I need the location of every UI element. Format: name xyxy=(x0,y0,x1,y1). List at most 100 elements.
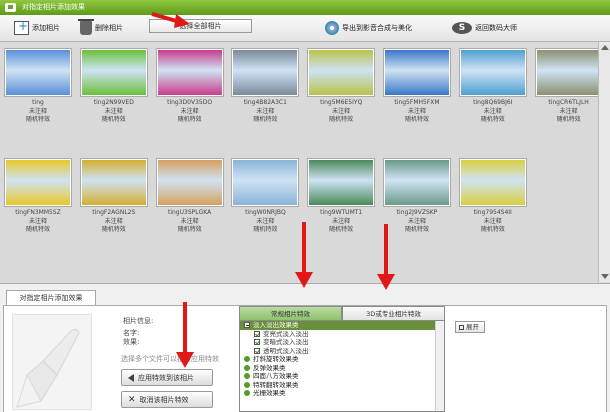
photo-item[interactable]: tingFN3MM5SZ 未注释 随机特效 xyxy=(3,159,73,235)
photo-item[interactable]: ting9WTUMT1 未注释 随机特效 xyxy=(306,159,376,235)
photo-note: 未注释 xyxy=(180,107,199,115)
tab-common-effects[interactable]: 常规相片特效 xyxy=(239,306,342,321)
effect-list: 淡入淡出效果类 变亮式淡入淡出 变暗式淡入淡出 透明式淡入淡出 打斜旋转效果类 反弹效果类… xyxy=(239,320,445,412)
expand-dot-icon[interactable] xyxy=(244,381,250,388)
photo-note: 未注释 xyxy=(104,217,123,225)
toolbar: 添加相片 删除相片 导出到影音合成与美化 S 返回数码大师 xyxy=(0,15,610,42)
expand-dot-icon[interactable] xyxy=(244,390,250,397)
effect-item[interactable]: 变亮式淡入淡出 xyxy=(240,330,444,339)
expand-dot-icon[interactable] xyxy=(244,364,250,371)
photo-name: tingU3SPLGKA xyxy=(167,209,212,216)
photo-name: ting5FMH5FXM xyxy=(394,99,440,106)
photo-thumbnail[interactable] xyxy=(535,49,602,96)
scroll-up-icon[interactable] xyxy=(601,45,609,50)
photo-item[interactable]: ting 未注释 随机特效 xyxy=(3,49,73,125)
photo-thumbnail[interactable] xyxy=(80,159,147,206)
photo-item[interactable]: ting3D0V35DO 未注释 随机特效 xyxy=(155,49,225,125)
photo-effect: 随机特效 xyxy=(329,226,354,233)
photo-thumbnail[interactable] xyxy=(459,159,526,206)
delete-photo-button[interactable]: 删除相片 xyxy=(78,19,123,36)
effect-category[interactable]: 四面八方效果类 xyxy=(240,372,444,381)
effect-list-scrollbar[interactable] xyxy=(435,321,444,411)
photo-scrollbar[interactable] xyxy=(598,42,610,282)
arrow-left-icon xyxy=(128,373,134,382)
export-button[interactable]: 导出到影音合成与美化 xyxy=(325,20,412,36)
photo-note: 未注释 xyxy=(407,217,426,225)
photo-thumbnail[interactable] xyxy=(5,49,71,96)
photo-note: 未注释 xyxy=(559,107,578,115)
effects-panel: 对指定相片添加效果 相片信息: 名字: 效果: 选择多个文件可以批量应用特效 应… xyxy=(0,283,610,412)
photo-note: 未注释 xyxy=(180,217,199,225)
effect-item[interactable]: 透明式淡入淡出 xyxy=(240,347,444,356)
app-icon xyxy=(5,3,16,12)
photo-thumbnail[interactable] xyxy=(459,49,526,96)
apply-effect-button[interactable]: 应用特效到该相片 xyxy=(121,369,213,386)
photo-thumbnail[interactable] xyxy=(80,49,147,96)
checkbox-icon[interactable] xyxy=(254,347,260,354)
effect-category[interactable]: 光栅效果类 xyxy=(240,389,444,398)
photo-item[interactable]: ting8Q69BJ6I 未注释 随机特效 xyxy=(458,49,528,125)
photo-item[interactable]: tingW0NRJBQ 未注释 随机特效 xyxy=(230,159,300,235)
expand-dot-icon[interactable] xyxy=(244,373,250,380)
checkbox-icon[interactable] xyxy=(254,339,260,346)
add-photo-button[interactable]: 添加相片 xyxy=(14,19,60,36)
cancel-effect-button[interactable]: ✕ 取消该相片特效 xyxy=(121,391,213,408)
photo-item[interactable]: tingU3SPLGKA 未注释 随机特效 xyxy=(155,159,225,235)
photo-name: ting5M6E5IYQ xyxy=(320,99,363,106)
photo-note: 未注释 xyxy=(28,217,47,225)
select-all-button[interactable]: 选择全部相片 xyxy=(149,19,252,33)
batch-hint: 选择多个文件可以批量应用特效 xyxy=(121,355,219,363)
photo-effect: 随机特效 xyxy=(253,226,278,233)
photo-item[interactable]: tingCR6TLJLH 未注释 随机特效 xyxy=(534,49,604,125)
effect-label: 淡入淡出效果类 xyxy=(253,321,299,329)
effect-category[interactable]: 反弹效果类 xyxy=(240,364,444,373)
expand-dot-icon[interactable] xyxy=(244,356,250,363)
photo-item[interactable]: ting2N99VED 未注释 随机特效 xyxy=(79,49,149,125)
effect-item[interactable]: 变暗式淡入淡出 xyxy=(240,338,444,347)
expand-button[interactable]: 展开 xyxy=(455,321,485,333)
photo-thumbnail[interactable] xyxy=(232,159,299,206)
photo-note: 未注释 xyxy=(332,217,351,225)
effect-category[interactable]: 特转翻转效果类 xyxy=(240,381,444,390)
photo-effect: 随机特效 xyxy=(480,226,505,233)
photo-name: ting7954S4II xyxy=(473,209,512,216)
tab-add-effect[interactable]: 对指定相片添加效果 xyxy=(6,290,96,305)
photo-thumbnail[interactable] xyxy=(232,49,299,96)
photo-name: ting9WTUMT1 xyxy=(320,209,363,216)
add-photo-icon xyxy=(14,19,29,35)
photo-thumbnail[interactable] xyxy=(5,159,71,206)
brush-illustration xyxy=(12,314,92,410)
photo-thumbnail[interactable] xyxy=(156,49,223,96)
title-bar: 对指定相片添加效果 xyxy=(0,0,610,15)
collapse-icon[interactable] xyxy=(244,322,250,329)
photo-effect: 随机特效 xyxy=(253,116,278,123)
effect-category[interactable]: 打斜旋转效果类 xyxy=(240,355,444,364)
effect-label: 特转翻转效果类 xyxy=(253,380,299,389)
photo-item[interactable]: ting5M6E5IYQ 未注释 随机特效 xyxy=(306,49,376,125)
back-button[interactable]: S 返回数码大师 xyxy=(452,20,517,36)
photo-thumbnail[interactable] xyxy=(384,159,450,206)
photo-effect: 随机特效 xyxy=(101,226,126,233)
photo-grid: ting 未注释 随机特效 ting2N99VED 未注释 随机特效 ting3D0V35D… xyxy=(0,43,610,281)
checkbox-icon[interactable] xyxy=(254,330,260,337)
photo-item[interactable]: ting5FMH5FXM 未注释 随机特效 xyxy=(382,49,452,125)
effect-category-open[interactable]: 淡入淡出效果类 xyxy=(240,321,444,330)
photo-note: 未注释 xyxy=(483,217,502,225)
photo-note: 未注释 xyxy=(332,107,351,115)
photo-thumbnail[interactable] xyxy=(384,49,450,96)
photo-item[interactable]: tingF2AGNL2S 未注释 随机特效 xyxy=(79,159,149,235)
tab-3d-effects[interactable]: 3D或专业相片特效 xyxy=(342,306,445,321)
photo-item[interactable]: ting7954S4II 未注释 随机特效 xyxy=(458,159,528,235)
photo-name: ting4B82A3C1 xyxy=(243,99,287,106)
effect-label: 变亮式淡入淡出 xyxy=(263,329,309,338)
photo-thumbnail[interactable] xyxy=(308,49,375,96)
photo-name: ting3D0V35DO xyxy=(167,99,213,106)
photo-item[interactable]: ting2J9VZSKP 未注释 随机特效 xyxy=(382,159,452,235)
photo-thumbnail[interactable] xyxy=(308,159,375,206)
photo-thumbnail[interactable] xyxy=(156,159,223,206)
photo-note: 未注释 xyxy=(483,107,502,115)
photo-name: ting xyxy=(32,99,44,106)
photo-item[interactable]: ting4B82A3C1 未注释 随机特效 xyxy=(230,49,300,125)
photo-note: 未注释 xyxy=(28,107,47,115)
scroll-down-icon[interactable] xyxy=(601,274,609,279)
